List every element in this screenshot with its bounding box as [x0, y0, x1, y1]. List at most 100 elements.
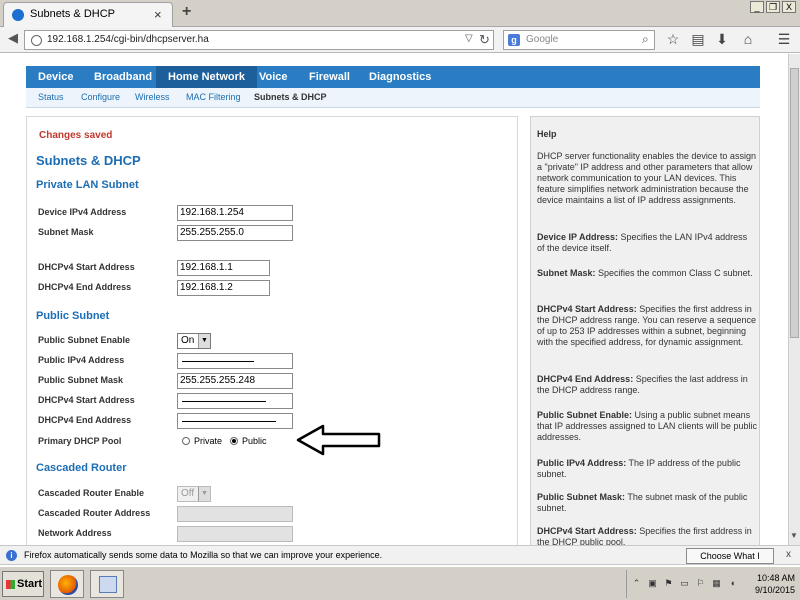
public-subnet-enable-select[interactable]: On ▼: [177, 333, 211, 349]
help-title: Help: [537, 129, 557, 139]
tab-firewall[interactable]: Firewall: [297, 66, 362, 88]
clock-date[interactable]: 9/10/2015: [745, 585, 795, 595]
subnet-mask-label: Subnet Mask: [38, 227, 94, 237]
tab-diagnostics[interactable]: Diagnostics: [357, 66, 443, 88]
search-icon[interactable]: ⌕: [642, 32, 649, 47]
subtab-configure[interactable]: Configure: [81, 92, 120, 102]
public-ipv4-input[interactable]: [177, 353, 293, 369]
bookmarks-list-icon[interactable]: ▤: [688, 31, 708, 48]
monitor-icon[interactable]: ▭: [679, 578, 690, 589]
help-item: Public Subnet Enable: Using a public sub…: [537, 410, 757, 442]
windows-logo-icon: [6, 580, 15, 589]
tab-close-icon[interactable]: ×: [154, 7, 162, 22]
private-lan-title: Private LAN Subnet: [36, 179, 139, 191]
settings-panel: Changes saved Subnets & DHCP Private LAN…: [26, 116, 518, 545]
dhcp-end-label: DHCPv4 End Address: [38, 282, 132, 292]
url-text[interactable]: 192.168.1.254/cgi-bin/dhcpserver.ha: [47, 34, 209, 45]
minimize-button[interactable]: _: [750, 1, 764, 13]
help-item: DHCPv4 Start Address: Specifies the firs…: [537, 526, 752, 545]
tab-voice[interactable]: Voice: [247, 66, 300, 88]
new-tab-button[interactable]: +: [182, 3, 191, 21]
dhcp-start-input[interactable]: 192.168.1.1: [177, 260, 270, 276]
subtab-mac-filtering[interactable]: MAC Filtering: [186, 92, 241, 102]
network-address-label: Network Address: [38, 528, 112, 538]
device-ipv4-input[interactable]: 192.168.1.254: [177, 205, 293, 221]
clock-time[interactable]: 10:48 AM: [745, 573, 795, 583]
subtab-subnets-dhcp[interactable]: Subnets & DHCP: [254, 92, 327, 102]
public-subnet-enable-label: Public Subnet Enable: [38, 335, 131, 345]
scroll-down-icon[interactable]: ▼: [790, 531, 798, 540]
public-dhcp-end-input[interactable]: [177, 413, 293, 429]
dhcp-end-input[interactable]: 192.168.1.2: [177, 280, 270, 296]
help-intro: DHCP server functionality enables the de…: [537, 151, 756, 205]
help-item: DHCPv4 End Address: Specifies the last a…: [537, 374, 748, 395]
notification-close-icon[interactable]: x: [786, 549, 791, 560]
page-title: Subnets & DHCP: [36, 153, 141, 168]
pool-private-label[interactable]: Private: [194, 436, 222, 446]
pool-public-label[interactable]: Public: [242, 436, 267, 446]
url-dropdown-icon[interactable]: ▽: [465, 33, 473, 44]
tab-home-network[interactable]: Home Network: [156, 66, 258, 88]
menu-icon[interactable]: ☰: [774, 31, 794, 48]
url-bar[interactable]: 192.168.1.254/cgi-bin/dhcpserver.ha ▽ ↻: [24, 30, 494, 50]
pool-private-radio[interactable]: [182, 437, 190, 445]
primary-dhcp-pool-label: Primary DHCP Pool: [38, 436, 122, 446]
tray-expand-icon[interactable]: ⌃: [631, 578, 642, 589]
scrollbar-thumb[interactable]: [790, 68, 799, 338]
start-button[interactable]: Start: [2, 571, 44, 597]
search-bar[interactable]: g Google ⌕: [503, 30, 655, 50]
network-address-input: [177, 526, 293, 542]
cascaded-router-address-label: Cascaded Router Address: [38, 508, 151, 518]
help-item: Device IP Address: Specifies the LAN IPv…: [537, 232, 748, 253]
public-ipv4-label: Public IPv4 Address: [38, 355, 125, 365]
tab-device[interactable]: Device: [26, 66, 85, 88]
notification-text: Firefox automatically sends some data to…: [24, 550, 383, 560]
taskbar-app[interactable]: [90, 570, 124, 598]
home-icon[interactable]: ⌂: [738, 31, 758, 47]
help-item: Public Subnet Mask: The subnet mask of t…: [537, 492, 748, 513]
window-app-icon: [99, 576, 117, 593]
subtab-wireless[interactable]: Wireless: [135, 92, 170, 102]
subtab-status[interactable]: Status: [38, 92, 64, 102]
close-window-button[interactable]: X: [782, 1, 796, 13]
cascaded-router-title: Cascaded Router: [36, 462, 127, 474]
search-input[interactable]: Google: [526, 34, 558, 45]
download-icon[interactable]: ⬇: [712, 31, 732, 48]
google-icon[interactable]: g: [508, 34, 520, 46]
public-mask-input[interactable]: 255.255.255.248: [177, 373, 293, 389]
notification-bar: i Firefox automatically sends some data …: [0, 545, 800, 575]
tab-title: Subnets & DHCP: [30, 8, 115, 20]
bookmark-star-icon[interactable]: ☆: [663, 31, 683, 48]
back-arrow-icon[interactable]: ◀: [4, 30, 22, 48]
subnet-mask-input[interactable]: 255.255.255.0: [177, 225, 293, 241]
chevron-down-icon: ▼: [198, 334, 210, 348]
vertical-scrollbar[interactable]: ▼: [788, 54, 800, 545]
volume-icon[interactable]: ◖: [727, 578, 738, 589]
flag-icon[interactable]: ⚑: [663, 578, 674, 589]
reload-icon[interactable]: ↻: [479, 32, 490, 48]
tab-broadband[interactable]: Broadband: [82, 66, 164, 88]
info-icon: i: [6, 550, 17, 561]
navigation-bar: ◀ 192.168.1.254/cgi-bin/dhcpserver.ha ▽ …: [0, 27, 800, 53]
browser-tab[interactable]: Subnets & DHCP ×: [3, 2, 173, 27]
device-ipv4-label: Device IPv4 Address: [38, 207, 127, 217]
start-label: Start: [17, 578, 43, 590]
cascaded-router-address-input: [177, 506, 293, 522]
firefox-icon: [58, 575, 78, 595]
help-panel: Help DHCP server functionality enables t…: [530, 116, 760, 545]
sub-nav: Status Configure Wireless MAC Filtering …: [26, 88, 760, 108]
taskbar-firefox[interactable]: [50, 570, 84, 598]
restore-button[interactable]: ❐: [766, 1, 780, 13]
public-dhcp-start-label: DHCPv4 Start Address: [38, 395, 135, 405]
cascaded-router-enable-label: Cascaded Router Enable: [38, 488, 145, 498]
public-dhcp-start-input[interactable]: [177, 393, 293, 409]
choose-what-i-share-button[interactable]: Choose What I Share: [686, 548, 774, 575]
title-bar: Subnets & DHCP × + _ ❐ X: [0, 0, 800, 27]
cascaded-router-enable-value: Off: [181, 488, 195, 499]
network-icon[interactable]: ▦: [711, 578, 722, 589]
pool-public-radio[interactable]: [230, 437, 238, 445]
action-center-icon[interactable]: ⚐: [695, 578, 706, 589]
page-content: Device Broadband Home Network Voice Fire…: [0, 54, 788, 545]
public-dhcp-end-label: DHCPv4 End Address: [38, 415, 132, 425]
security-icon[interactable]: ▣: [647, 578, 658, 589]
